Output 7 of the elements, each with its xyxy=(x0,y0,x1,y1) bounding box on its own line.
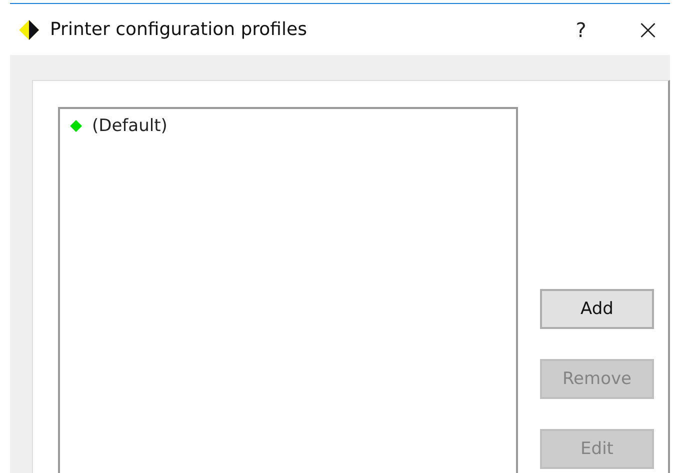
window-title: Printer configuration profiles xyxy=(50,19,308,40)
diamond-icon xyxy=(18,18,40,40)
help-button[interactable]: ? xyxy=(566,18,596,42)
profile-name: (Default) xyxy=(92,116,168,136)
profile-item[interactable]: (Default) xyxy=(66,115,510,137)
close-button[interactable]: × xyxy=(630,13,666,46)
dialog-button[interactable]: Add xyxy=(540,289,654,329)
